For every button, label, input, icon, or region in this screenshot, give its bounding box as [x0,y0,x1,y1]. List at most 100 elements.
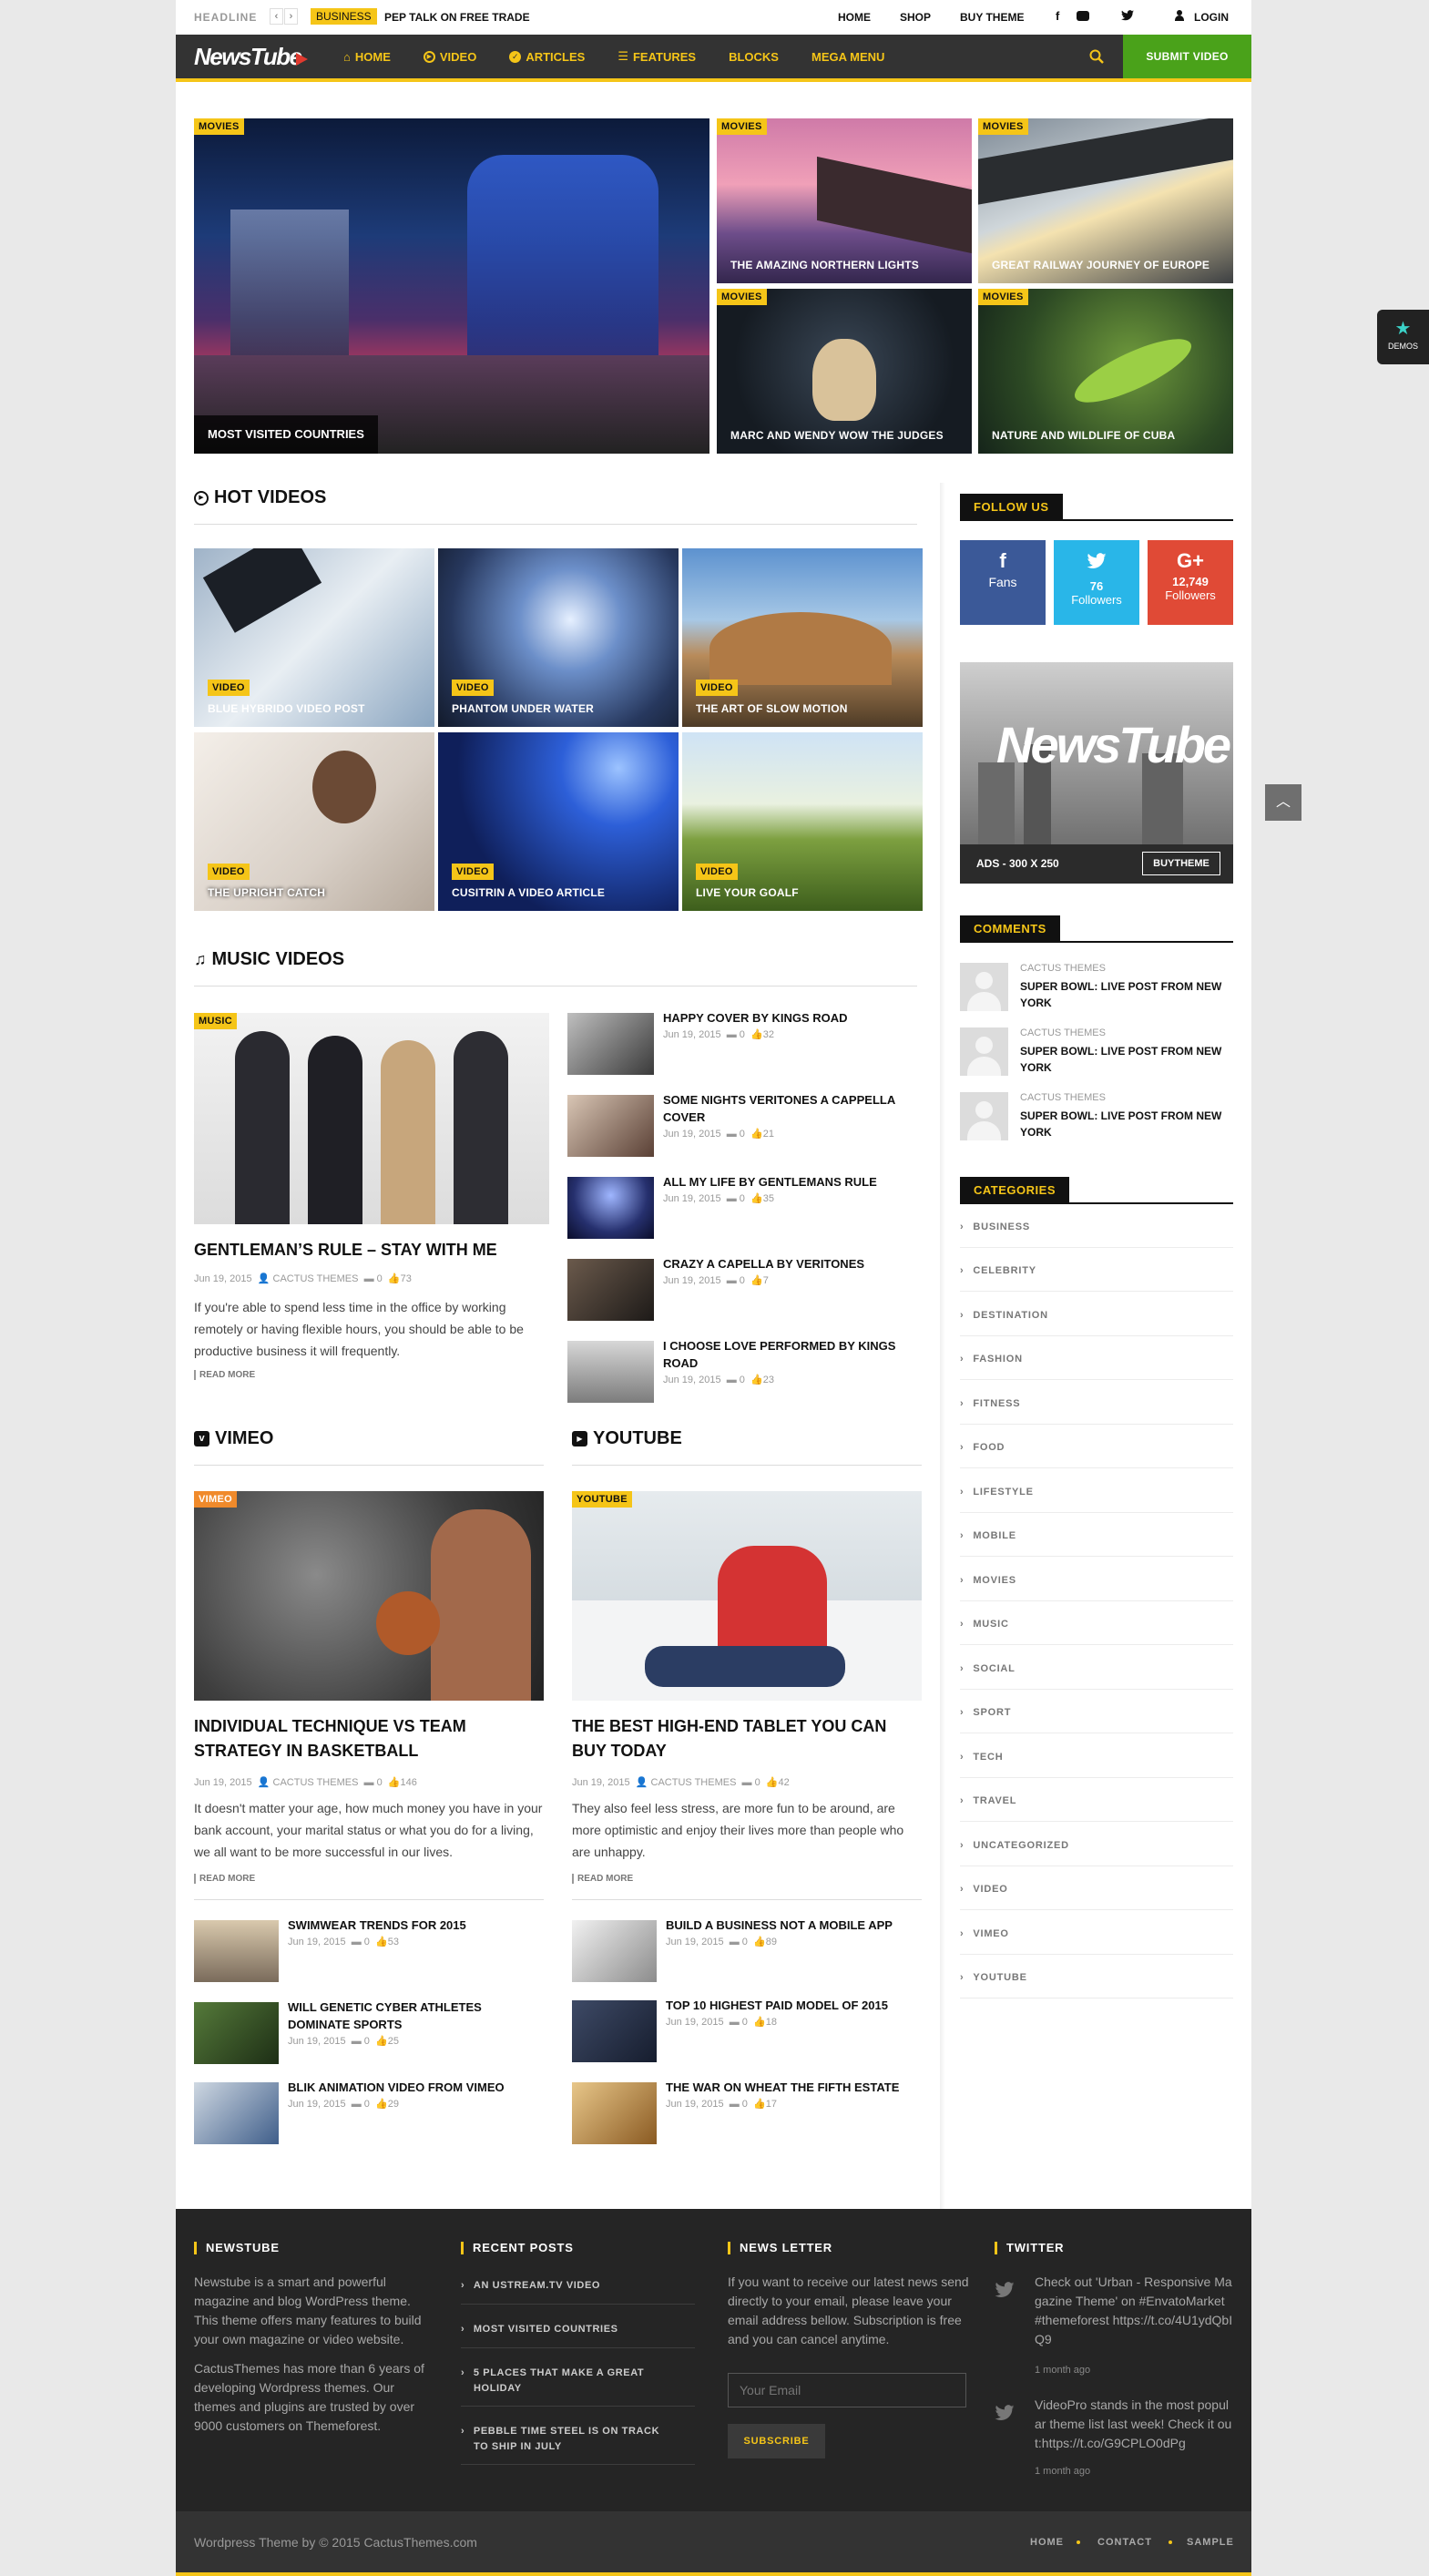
category-item[interactable]: › CELEBRITY [960,1265,1036,1276]
category-tag[interactable]: VIDEO [208,680,250,696]
tweet-text[interactable]: Check out 'Urban - Responsive Magazine T… [1035,2273,1235,2349]
nav-item-features[interactable]: ☰ FEATURES [618,49,696,64]
category-item[interactable]: › SOCIAL [960,1663,1016,1674]
list-thumb[interactable] [572,2000,657,2062]
youtube-main-thumb[interactable]: YOUTUBE [572,1491,922,1701]
nav-item-video[interactable]: ▶ VIDEO [423,50,476,64]
search-icon[interactable] [1089,49,1104,64]
category-tag[interactable]: YOUTUBE [572,1491,632,1508]
comment-post-title[interactable]: SUPER BOWL: LIVE POST FROM NEW YORK [1020,978,1230,1011]
comment-count[interactable]: 0 [740,1375,745,1385]
tweet-text[interactable]: VideoPro stands in the most popular them… [1035,2396,1235,2453]
featured-post[interactable]: MOVIES NATURE AND WILDLIFE OF CUBA [978,289,1233,454]
list-thumb[interactable] [567,1095,654,1157]
list-thumb[interactable] [567,1013,654,1075]
list-thumb[interactable] [567,1259,654,1321]
category-tag[interactable]: VIDEO [696,864,738,880]
newsletter-email-input[interactable] [728,2373,966,2407]
featured-title[interactable]: THE AMAZING NORTHERN LIGHTS [730,259,919,271]
list-thumb[interactable] [194,1920,279,1982]
category-item[interactable]: › BUSINESS [960,1222,1030,1232]
comment-count[interactable]: 0 [742,1937,748,1947]
comment-count[interactable]: 0 [740,1129,745,1140]
nav-item-blocks[interactable]: BLOCKS [729,50,779,64]
music-main-thumb[interactable]: MUSIC [194,1013,549,1224]
facebook-icon[interactable]: f [1056,9,1059,23]
subscribe-button[interactable]: SUBSCRIBE [728,2424,825,2458]
category-item[interactable]: › YOUTUBE [960,1972,1027,1983]
category-tag[interactable]: VIMEO [194,1491,237,1508]
list-title[interactable]: TOP 10 HIGHEST PAID MODEL OF 2015 [666,1997,921,2014]
video-title[interactable]: THE ART OF SLOW MOTION [696,702,848,715]
video-thumb[interactable]: VIDEO BLUE HYBRIDO VIDEO POST [194,548,434,727]
nav-item-mega-menu[interactable]: MEGA MENU [811,50,884,64]
buy-theme-button[interactable]: BUYTHEME [1142,852,1220,875]
featured-title[interactable]: NATURE AND WILDLIFE OF CUBA [992,429,1175,442]
category-tag[interactable]: MOVIES [717,118,767,135]
list-title[interactable]: SOME NIGHTS VERITONES A CAPPELLA COVER [663,1091,918,1126]
youtube-icon[interactable] [1077,11,1089,21]
video-title[interactable]: PHANTOM UNDER WATER [452,702,594,715]
featured-title[interactable]: GREAT RAILWAY JOURNEY OF EUROPE [992,259,1210,271]
recent-post-link[interactable]: › MOST VISITED COUNTRIES [461,2322,689,2337]
list-thumb[interactable] [567,1177,654,1239]
comment-count[interactable]: 0 [377,1273,383,1284]
video-thumb[interactable]: VIDEO THE ART OF SLOW MOTION [682,548,923,727]
post-author[interactable]: CACTUS THEMES [273,1777,359,1788]
comment-author[interactable]: CACTUS THEMES [1020,1027,1106,1038]
category-tag[interactable]: VIDEO [696,680,738,696]
category-tag[interactable]: VIDEO [452,864,494,880]
video-title[interactable]: BLUE HYBRIDO VIDEO POST [208,702,365,715]
youtube-main-title[interactable]: THE BEST HIGH-END TABLET YOU CAN BUY TOD… [572,1714,922,1763]
nav-item-articles[interactable]: ✓ ARTICLES [509,50,585,64]
ad-banner[interactable]: NewsTube ADS - 300 X 250 BUYTHEME [960,662,1233,884]
comment-count[interactable]: 0 [364,1937,370,1947]
recent-post-link[interactable]: › AN USTREAM.TV VIDEO [461,2278,689,2294]
featured-post-main[interactable]: MOVIES MOST VISITED COUNTRIES [194,118,709,454]
category-item[interactable]: › UNCATEGORIZED [960,1840,1069,1851]
recent-post-link[interactable]: › PEBBLE TIME STEEL IS ON TRACK TO SHIP … [461,2424,661,2455]
category-item[interactable]: › MOBILE [960,1530,1016,1541]
vimeo-main-title[interactable]: INDIVIDUAL TECHNIQUE VS TEAM STRATEGY IN… [194,1714,544,1763]
recent-post-link[interactable]: › 5 PLACES THAT MAKE A GREAT HOLIDAY [461,2366,661,2397]
nav-item-home[interactable]: ⌂ HOME [343,50,391,64]
category-tag[interactable]: VIDEO [208,864,250,880]
comment-count[interactable]: 0 [740,1029,745,1040]
headline-prev-button[interactable]: ‹ [270,8,283,25]
demos-button[interactable]: ★ DEMOS [1377,310,1429,364]
category-item[interactable]: › LIFESTYLE [960,1487,1034,1498]
list-title[interactable]: ALL MY LIFE BY GENTLEMANS RULE [663,1173,918,1191]
featured-post[interactable]: MOVIES THE AMAZING NORTHERN LIGHTS [717,118,972,283]
list-title[interactable]: SWIMWEAR TRENDS FOR 2015 [288,1917,543,1934]
category-item[interactable]: › MUSIC [960,1619,1009,1630]
list-title[interactable]: BLIK ANIMATION VIDEO FROM VIMEO [288,2079,543,2096]
read-more-link[interactable]: READ MORE [194,1370,255,1380]
list-thumb[interactable] [572,1920,657,1982]
featured-title[interactable]: MARC AND WENDY WOW THE JUDGES [730,429,944,442]
list-title[interactable]: THE WAR ON WHEAT THE FIFTH ESTATE [666,2079,921,2096]
footer-link-sample[interactable]: SAMPLE [1187,2537,1234,2548]
category-item[interactable]: › MOVIES [960,1575,1016,1586]
comment-count[interactable]: 0 [742,2099,748,2110]
scroll-to-top-button[interactable]: ︿ [1265,784,1301,821]
category-item[interactable]: › SPORT [960,1707,1011,1718]
list-title[interactable]: CRAZY A CAPELLA BY VERITONES [663,1255,918,1273]
category-item[interactable]: › TRAVEL [960,1795,1016,1806]
headline-link[interactable]: PEP TALK ON FREE TRADE [384,11,530,24]
list-title[interactable]: HAPPY COVER BY KINGS ROAD [663,1009,918,1027]
category-item[interactable]: › DESTINATION [960,1310,1048,1321]
category-tag[interactable]: MUSIC [194,1013,237,1029]
footer-link-contact[interactable]: CONTACT [1097,2537,1152,2548]
submit-video-button[interactable]: SUBMIT VIDEO [1123,35,1251,78]
comment-post-title[interactable]: SUPER BOWL: LIVE POST FROM NEW YORK [1020,1108,1230,1140]
comment-post-title[interactable]: SUPER BOWL: LIVE POST FROM NEW YORK [1020,1043,1230,1076]
category-item[interactable]: › VIMEO [960,1928,1009,1939]
comment-author[interactable]: CACTUS THEMES [1020,963,1106,974]
post-author[interactable]: CACTUS THEMES [273,1273,359,1284]
comment-count[interactable]: 0 [755,1777,760,1788]
featured-post[interactable]: MOVIES GREAT RAILWAY JOURNEY OF EUROPE [978,118,1233,283]
category-tag[interactable]: MOVIES [978,289,1028,305]
list-thumb[interactable] [572,2082,657,2144]
comment-count[interactable]: 0 [740,1275,745,1286]
category-item[interactable]: › FITNESS [960,1398,1020,1409]
